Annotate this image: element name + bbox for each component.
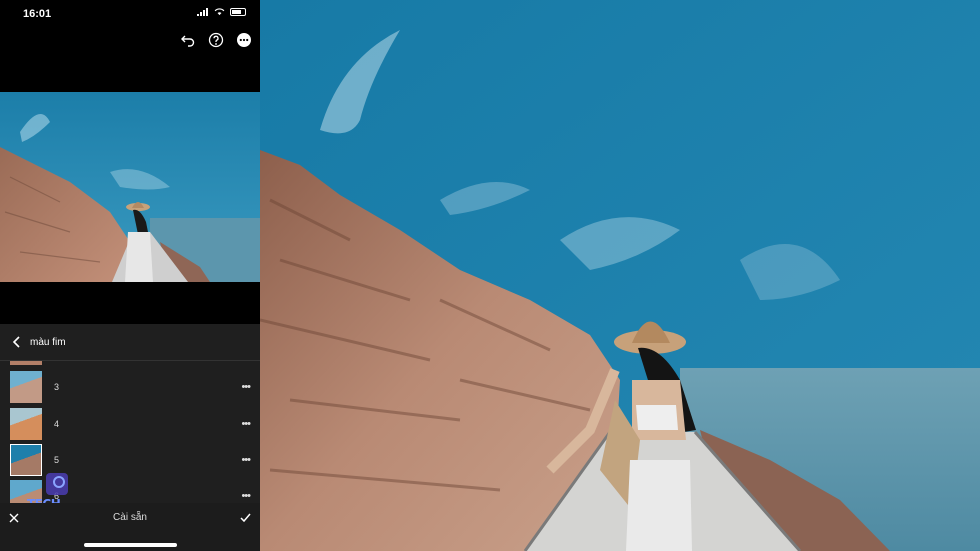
status-bar: 16:01	[0, 0, 260, 28]
result-photo	[260, 0, 980, 551]
bottom-bar-label: Cài sẵn	[113, 512, 147, 523]
more-options-icon[interactable]: •••	[241, 455, 251, 466]
preset-thumbnail	[10, 371, 42, 403]
preset-thumbnail	[10, 361, 42, 365]
preset-thumbnail	[10, 408, 42, 440]
panel-title: màu fim	[30, 336, 66, 348]
status-icons	[197, 8, 246, 16]
confirm-check-icon[interactable]	[240, 512, 251, 523]
battery-icon	[230, 8, 246, 16]
preset-row[interactable]: 3 •••	[0, 369, 260, 405]
preset-row[interactable]: 4 •••	[0, 406, 260, 442]
preset-label: 4	[54, 419, 60, 429]
help-icon[interactable]	[208, 32, 224, 48]
home-indicator	[84, 543, 177, 547]
more-options-icon[interactable]: •••	[241, 382, 251, 393]
panel-header: màu fim	[0, 324, 260, 361]
toolbar	[180, 32, 252, 48]
undo-icon[interactable]	[180, 32, 196, 48]
preset-row-partial[interactable]	[0, 361, 260, 367]
preset-label: 5	[54, 455, 60, 465]
photo-preview[interactable]	[0, 92, 260, 282]
preset-label: 3	[54, 382, 60, 392]
wifi-icon	[214, 8, 225, 16]
watermark-emblem-icon	[46, 473, 68, 495]
status-time: 16:01	[23, 8, 52, 20]
signal-icon	[197, 8, 209, 16]
phone-app: 16:01 màu fim 3 ••• 4 ••• 5 ••• 6 ••• Cà…	[0, 0, 260, 551]
more-options-icon[interactable]: •••	[241, 491, 251, 502]
more-icon[interactable]	[236, 32, 252, 48]
more-options-icon[interactable]: •••	[241, 419, 251, 430]
bottom-bar: Cài sẵn	[0, 503, 260, 551]
back-chevron-icon[interactable]	[10, 335, 24, 349]
